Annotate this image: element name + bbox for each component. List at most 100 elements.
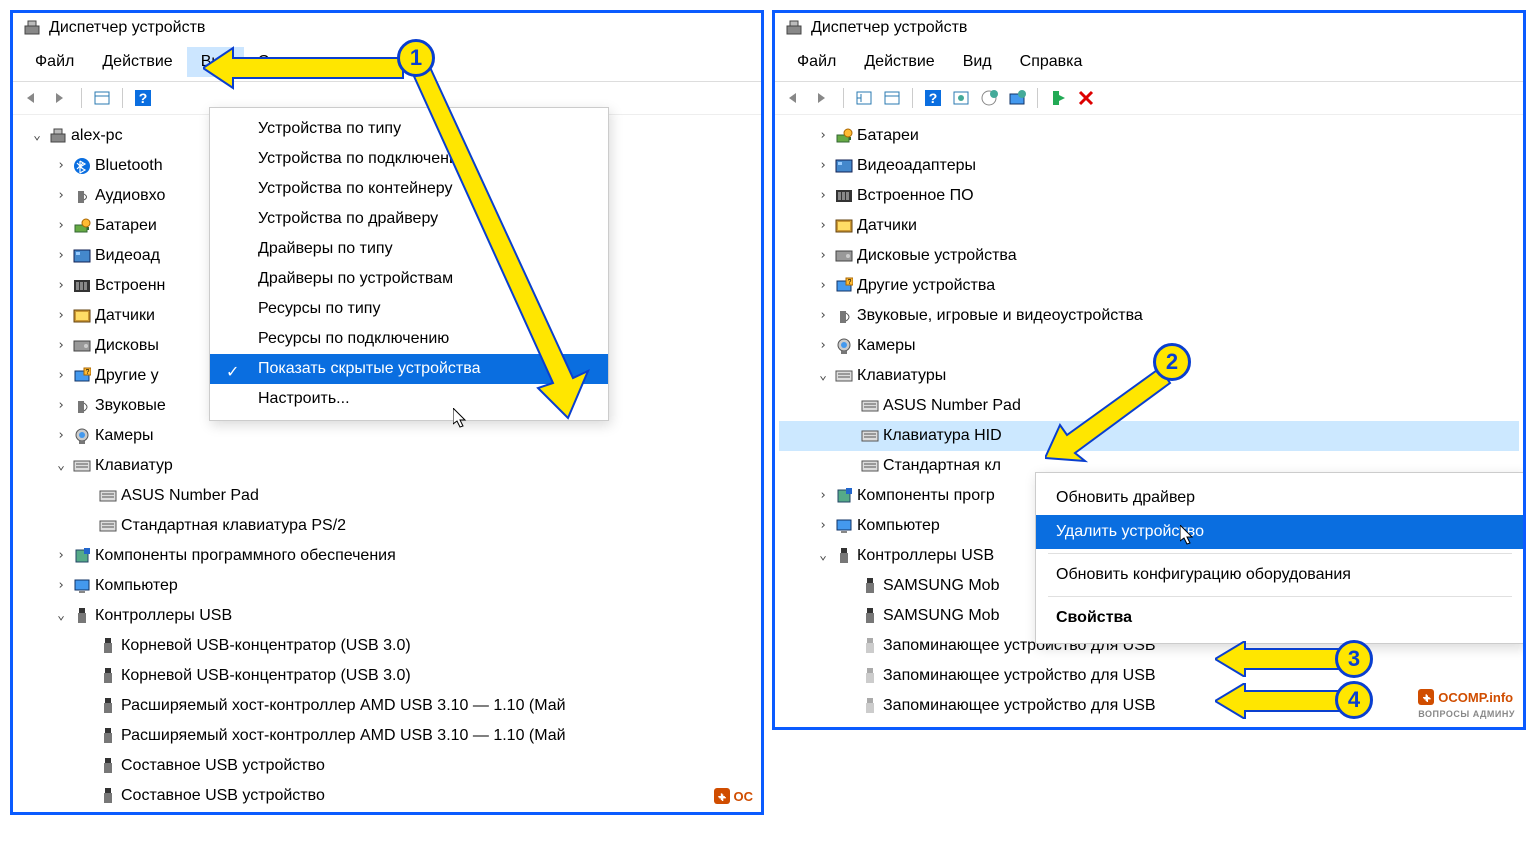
expand-icon[interactable]: › [53,245,69,268]
tree-node[interactable]: › Встроенное ПО [779,181,1519,211]
tree-node[interactable]: ASUS Number Pad [17,481,757,511]
expand-icon[interactable]: › [815,245,831,268]
collapse-icon[interactable]: ⌄ [29,125,45,148]
node-label: Другие устройства [857,272,995,300]
tree-node[interactable]: Расширяемый хост-контроллер AMD USB 3.10… [17,691,757,721]
expand-icon[interactable]: › [53,185,69,208]
menu-action[interactable]: Действие [850,47,948,77]
tree-node-keyboards[interactable]: ⌄ Клавиатуры [779,361,1519,391]
help-button[interactable]: ? [921,86,945,110]
expand-icon[interactable]: › [815,185,831,208]
sensor-icon [73,307,91,325]
view-menu-item[interactable]: ✓Показать скрытые устройства [210,354,608,384]
annotation-badge-3: 3 [1335,640,1373,678]
tree-node[interactable]: › ? Другие устройства [779,271,1519,301]
expand-icon[interactable]: › [815,485,831,508]
expand-icon[interactable]: › [53,425,69,448]
expand-icon[interactable]: › [53,365,69,388]
tool-btn[interactable] [1046,86,1070,110]
tree-node[interactable]: Корневой USB-концентратор (USB 3.0) [17,661,757,691]
menu-action[interactable]: Действие [88,47,186,77]
expand-icon[interactable]: › [53,335,69,358]
view-menu-item[interactable]: Драйверы по устройствам [210,264,608,294]
help-button[interactable]: ? [131,86,155,110]
node-label: Запоминающее устройство для USB [883,692,1156,720]
firmware-icon [835,187,853,205]
scan-hardware-button[interactable] [1005,86,1029,110]
titlebar: Диспетчер устройств [775,13,1523,43]
expand-icon[interactable]: › [53,395,69,418]
tree-node[interactable]: Запоминающее устройство для USB [779,691,1519,721]
view-menu-item[interactable]: Устройства по типу [210,114,608,144]
ctx-properties[interactable]: Свойства [1036,601,1524,635]
view-menu-item[interactable]: Драйверы по типу [210,234,608,264]
tree-node-software[interactable]: › Компоненты программного обеспечения [17,541,757,571]
expand-icon[interactable]: › [53,575,69,598]
ctx-scan-hardware[interactable]: Обновить конфигурацию оборудования [1036,558,1524,592]
expand-icon[interactable]: › [53,155,69,178]
node-label: Корневой USB-концентратор (USB 3.0) [121,662,411,690]
properties-button[interactable] [90,86,114,110]
expand-icon[interactable]: › [815,335,831,358]
tree-node[interactable]: › Видеоадаптеры [779,151,1519,181]
expand-icon[interactable]: › [53,305,69,328]
tree-node-computer[interactable]: › Компьютер [17,571,757,601]
separator [1048,596,1512,597]
expand-icon[interactable]: › [815,215,831,238]
back-button[interactable] [21,86,45,110]
menu-file[interactable]: Файл [21,47,88,77]
expand-icon[interactable]: › [53,275,69,298]
collapse-icon[interactable]: ⌄ [53,455,69,478]
expand-icon[interactable]: › [53,215,69,238]
view-menu-item[interactable]: Устройства по подключению [210,144,608,174]
collapse-icon[interactable]: ⌄ [815,545,831,568]
collapse-icon[interactable]: ⌄ [815,365,831,388]
tool-btn[interactable] [977,86,1001,110]
tool-btn[interactable] [949,86,973,110]
uninstall-button[interactable] [1074,86,1098,110]
tree-node[interactable]: ASUS Number Pad [779,391,1519,421]
view-menu-item[interactable]: Ресурсы по подключению [210,324,608,354]
forward-button[interactable] [49,86,73,110]
tree-node[interactable]: Запоминающее устройство для USB [779,661,1519,691]
expand-icon[interactable]: › [815,155,831,178]
expand-icon[interactable]: › [815,275,831,298]
keyboard-icon [99,517,117,535]
expand-icon[interactable]: › [815,515,831,538]
expand-icon[interactable]: › [815,305,831,328]
back-button[interactable] [783,86,807,110]
collapse-icon[interactable]: ⌄ [53,605,69,628]
tree-node[interactable]: Стандартная клавиатура PS/2 [17,511,757,541]
forward-button[interactable] [811,86,835,110]
menu-help[interactable]: Справка [244,47,335,77]
expand-icon[interactable]: › [53,545,69,568]
tree-node-usb[interactable]: ⌄ Контроллеры USB [17,601,757,631]
tree-node[interactable]: Клавиатура HID [779,421,1519,451]
view-menu-item[interactable]: Устройства по драйверу [210,204,608,234]
view-menu-item[interactable]: Устройства по контейнеру [210,174,608,204]
tree-node[interactable]: Составное USB устройство [17,751,757,781]
tree-node-keyboards[interactable]: ⌄ Клавиатур [17,451,757,481]
tree-node[interactable]: › Батареи [779,121,1519,151]
tool-btn[interactable] [852,86,876,110]
menu-file[interactable]: Файл [783,47,850,77]
plus-icon: + [714,788,730,804]
menu-view[interactable]: Вид [949,47,1006,77]
tree-node[interactable]: Расширяемый хост-контроллер AMD USB 3.10… [17,721,757,751]
tree-node[interactable]: › Камеры [779,331,1519,361]
tree-node[interactable]: Составное USB устройство [17,781,757,811]
menu-help[interactable]: Справка [1006,47,1097,77]
ctx-update-driver[interactable]: Обновить драйвер [1036,481,1524,515]
expand-icon[interactable]: › [815,125,831,148]
view-menu-item[interactable]: Ресурсы по типу [210,294,608,324]
view-menu-item[interactable]: Настроить... [210,384,608,414]
ctx-uninstall-device[interactable]: Удалить устройство [1036,515,1524,549]
tree-node[interactable]: › Датчики [779,211,1519,241]
tree-node[interactable]: › Камеры [17,421,757,451]
tree-node[interactable]: › Звуковые, игровые и видеоустройства [779,301,1519,331]
tree-node[interactable]: › Дисковые устройства [779,241,1519,271]
battery-icon [835,127,853,145]
tool-btn[interactable] [880,86,904,110]
menu-view[interactable]: Вид [187,47,244,77]
tree-node[interactable]: Корневой USB-концентратор (USB 3.0) [17,631,757,661]
